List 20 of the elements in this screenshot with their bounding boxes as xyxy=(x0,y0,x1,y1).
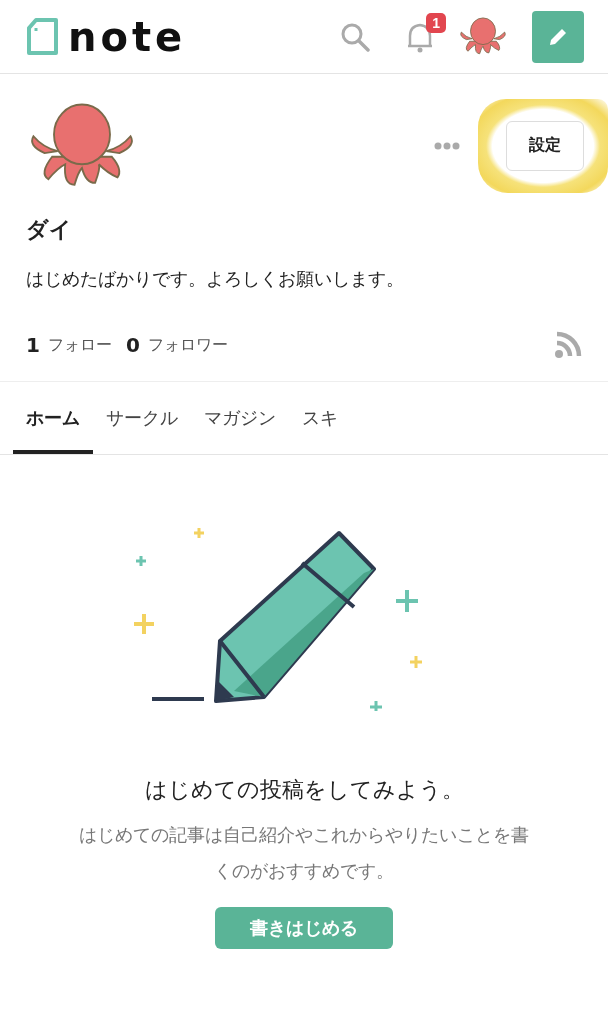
notification-badge: 1 xyxy=(426,12,446,33)
empty-description: はじめての記事は自己紹介やこれからやりたいことを書くのがおすすめです。 xyxy=(79,823,529,884)
profile-tab[interactable]: サークル xyxy=(93,382,191,455)
follower-label[interactable]: フォロワー xyxy=(147,334,228,356)
write-button[interactable] xyxy=(532,10,584,63)
empty-title: はじめての投稿をしてみよう。 xyxy=(144,776,464,805)
follow-label[interactable]: フォロー xyxy=(47,334,112,356)
rss-icon[interactable] xyxy=(554,331,582,360)
follow-count[interactable]: 1 xyxy=(26,333,40,358)
user-name: ダイ xyxy=(26,216,73,245)
profile-tab[interactable]: マガジン xyxy=(191,382,289,455)
user-bio: はじめたばかりです。よろしくお願いします。 xyxy=(26,267,405,292)
search-icon[interactable] xyxy=(340,21,370,52)
settings-button[interactable]: 設定 xyxy=(506,120,584,171)
profile-tab[interactable]: ホーム xyxy=(13,382,93,455)
follower-count[interactable]: 0 xyxy=(125,333,140,358)
profile-tab[interactable]: スキ xyxy=(289,382,351,455)
logo-text[interactable]: note xyxy=(68,13,187,60)
note-logo-icon xyxy=(26,17,60,56)
more-icon[interactable] xyxy=(434,141,460,150)
